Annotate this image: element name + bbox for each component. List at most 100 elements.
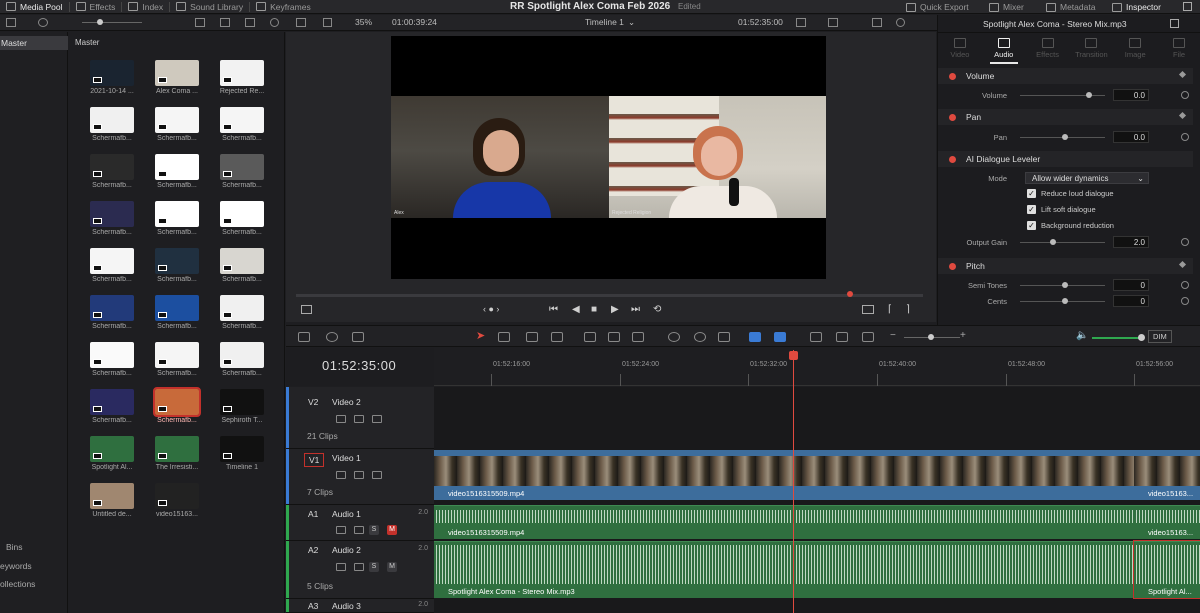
speaker-icon[interactable]: 🔈 — [1076, 330, 1088, 341]
trim-mode-icon[interactable] — [498, 332, 510, 342]
viewer-options-icon[interactable] — [323, 18, 332, 27]
cents-value[interactable]: 0 — [1113, 295, 1149, 307]
zoom-out-icon[interactable]: − — [890, 330, 896, 341]
timeline-zoom-slider[interactable] — [904, 334, 960, 340]
volume-section[interactable]: Volume — [938, 68, 1193, 84]
pool-thumbnail[interactable] — [220, 342, 264, 368]
scopes-icon[interactable] — [872, 18, 882, 27]
jog-control[interactable]: ‹ ● › — [483, 304, 499, 314]
zoom-detail-icon[interactable] — [836, 332, 848, 342]
audio-clip[interactable]: video15163... — [1134, 505, 1200, 539]
mode-dropdown[interactable]: Allow wider dynamics ⌄ — [1025, 172, 1149, 184]
flag-icon[interactable] — [749, 332, 761, 342]
reduce-loud-checkbox[interactable]: ✓ Reduce loud dialogue — [1027, 188, 1200, 200]
pan-value[interactable]: 0.0 — [1113, 131, 1149, 143]
reset-icon[interactable] — [1181, 91, 1189, 99]
timeline-ruler[interactable]: 01:52:16:00 01:52:24:00 01:52:32:00 01:5… — [434, 348, 1200, 386]
pool-thumbnail[interactable] — [155, 342, 199, 368]
pool-thumbnail[interactable] — [90, 60, 134, 86]
reset-icon[interactable] — [1181, 281, 1189, 289]
viewer-playhead-marker[interactable] — [847, 291, 853, 297]
effects-tab[interactable]: Effects — [70, 0, 122, 14]
timeline-view-options-icon[interactable] — [298, 332, 310, 342]
lock-icon[interactable] — [336, 526, 346, 534]
output-gain-slider[interactable] — [1020, 239, 1105, 245]
output-gain-value[interactable]: 2.0 — [1113, 236, 1149, 248]
stop-icon[interactable]: ■ — [591, 304, 597, 315]
video-clip[interactable]: video15163... — [1134, 450, 1200, 500]
auto-select-icon[interactable] — [354, 563, 364, 571]
playhead-handle[interactable] — [789, 351, 798, 360]
position-lock-icon[interactable] — [718, 332, 730, 342]
pitch-section[interactable]: Pitch — [938, 258, 1193, 274]
tab-file[interactable]: File — [1157, 34, 1200, 64]
pool-thumbnail[interactable] — [155, 248, 199, 274]
zoom-knob[interactable] — [928, 334, 934, 340]
auto-select-icon[interactable] — [354, 526, 364, 534]
track-enable-icon[interactable] — [372, 415, 382, 423]
reset-icon[interactable] — [1181, 133, 1189, 141]
reset-icon[interactable] — [1181, 238, 1189, 246]
auto-select-icon[interactable] — [354, 415, 364, 423]
selection-pointer-icon[interactable]: ➤ — [476, 329, 485, 342]
mark-in-icon[interactable]: ⌈ — [888, 304, 892, 315]
grid-view-icon[interactable] — [195, 18, 205, 27]
pool-thumbnail[interactable] — [90, 342, 134, 368]
track-header-a1[interactable]: A1 Audio 1 2.0 S M — [286, 505, 434, 541]
audio-clip[interactable]: video1516315509.mp4 — [434, 505, 1134, 539]
monitor-level-knob[interactable] — [1138, 334, 1145, 341]
track-header-v1[interactable]: V1 Video 1 7 Clips — [286, 449, 434, 505]
track-header-a2[interactable]: A2 Audio 2 2.0 S M 5 Clips — [286, 541, 434, 599]
viewer-scrub-bar[interactable] — [296, 291, 923, 297]
thumbnail-size-slider[interactable] — [82, 19, 142, 25]
slider-knob[interactable] — [97, 19, 103, 25]
smart-bins-header[interactable]: Bins — [6, 542, 23, 552]
volume-slider[interactable] — [1020, 92, 1105, 98]
metadata-tab[interactable]: Metadata — [1040, 0, 1101, 14]
replace-clip-icon[interactable] — [632, 332, 644, 342]
snapping-icon[interactable] — [668, 332, 680, 342]
pool-thumbnail[interactable] — [90, 248, 134, 274]
list-view-toggle-icon[interactable] — [220, 18, 230, 27]
track-header-v2[interactable]: V2 Video 2 21 Clips — [286, 387, 434, 449]
marker-icon[interactable] — [774, 332, 786, 342]
cents-slider[interactable] — [1020, 298, 1105, 304]
mark-out-icon[interactable]: ⌉ — [906, 304, 910, 315]
pool-thumbnail[interactable] — [220, 201, 264, 227]
mute-button[interactable]: M — [387, 562, 397, 572]
pan-section[interactable]: Pan — [938, 109, 1193, 125]
go-to-end-icon[interactable]: ⏭ — [631, 304, 640, 315]
smart-bin-collections[interactable]: ollections — [0, 579, 35, 589]
solo-button[interactable]: S — [369, 562, 379, 572]
background-reduction-checkbox[interactable]: ✓ Background reduction — [1027, 220, 1200, 232]
track-id[interactable]: V1 — [304, 453, 325, 467]
play-icon[interactable]: ▶ — [611, 304, 619, 315]
pool-thumbnail[interactable] — [153, 387, 201, 417]
window-close-icon[interactable] — [1183, 2, 1192, 11]
track-name[interactable]: Audio 3 — [332, 601, 361, 611]
keyframe-icon[interactable] — [1178, 260, 1187, 269]
pool-thumbnail[interactable] — [90, 201, 134, 227]
solo-button[interactable]: S — [369, 525, 379, 535]
match-frame-icon[interactable] — [862, 305, 874, 314]
pool-thumbnail[interactable] — [220, 295, 264, 321]
dialogue-leveler-section[interactable]: AI Dialogue Leveler — [938, 151, 1193, 167]
pool-thumbnail[interactable] — [155, 436, 199, 462]
timeline-selector[interactable]: Timeline 1 — [585, 17, 624, 27]
pan-knob[interactable] — [1062, 134, 1068, 140]
zoom-in-icon[interactable]: + — [960, 330, 966, 341]
color-icon[interactable] — [896, 18, 905, 27]
inspector-float-icon[interactable] — [1170, 19, 1179, 28]
pool-thumbnail[interactable] — [90, 107, 134, 133]
auto-select-icon[interactable] — [354, 471, 364, 479]
display-mode-icon[interactable] — [796, 18, 806, 27]
blade-icon[interactable] — [551, 332, 563, 342]
tab-effects[interactable]: Effects — [1026, 34, 1070, 64]
pitch-enable-toggle[interactable] — [949, 263, 956, 270]
audio-clip[interactable]: Spotlight Alex Coma - Stereo Mix.mp3 — [434, 541, 1134, 598]
overlay-icon[interactable] — [828, 18, 838, 27]
quick-export-button[interactable]: Quick Export — [900, 0, 975, 14]
sort-icon[interactable] — [245, 18, 255, 27]
mute-button[interactable]: M — [387, 525, 397, 535]
bin-master[interactable]: Master — [0, 36, 68, 50]
